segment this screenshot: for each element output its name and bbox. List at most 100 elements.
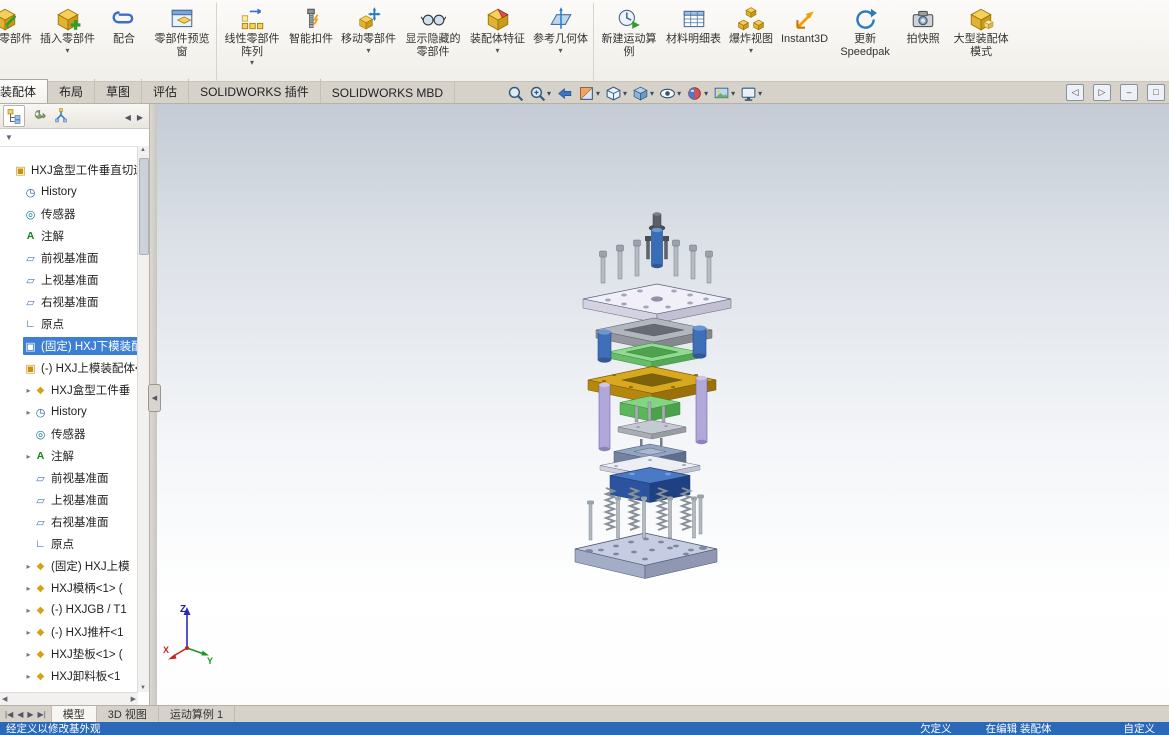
exploded-view-button[interactable]: 爆炸视图▾ [726, 2, 776, 81]
apply-scene-button[interactable]: ▾ [711, 84, 737, 103]
scroll-thumb[interactable] [139, 158, 149, 255]
document-tab[interactable]: 模型 [52, 706, 97, 722]
tree-item[interactable]: 上视基准面 [0, 269, 138, 291]
dropdown-caret-icon[interactable]: ▾ [758, 89, 762, 98]
assembly-features-button[interactable]: 装配体特征▾ [467, 2, 528, 81]
expand-arrow-icon[interactable]: ▸ [24, 650, 33, 659]
motion-study-button[interactable]: 新建运动算例 [593, 2, 661, 81]
instant3d-button[interactable]: Instant3D [778, 2, 831, 81]
expand-arrow-icon[interactable]: ▸ [24, 606, 33, 615]
large-assembly-button[interactable]: 大型装配体模式 [949, 2, 1013, 81]
dropdown-caret-icon[interactable]: ▾ [596, 89, 600, 98]
tree-item[interactable]: 注解 [0, 225, 138, 247]
document-tab[interactable]: 3D 视图 [97, 706, 159, 722]
status-customize-button[interactable]: 自定义 [1124, 722, 1156, 735]
command-tab[interactable]: 草图 [95, 79, 142, 103]
propertymanager-tab[interactable] [28, 106, 48, 126]
configurationmanager-tab[interactable] [51, 106, 71, 126]
linear-pattern-button[interactable]: 线性零部件阵列▾ [216, 2, 284, 81]
tree-horizontal-scrollbar[interactable]: ◀ ▶ [0, 692, 138, 705]
tree-item[interactable]: History [0, 181, 138, 203]
tree-item[interactable]: ▸(-) HXJ推杆<1 [0, 621, 138, 643]
zoom-area-button[interactable]: ▾ [527, 84, 553, 103]
doc-nav-previous-button[interactable]: ◀ [17, 710, 23, 719]
update-speedpak-button[interactable]: 更新 Speedpak [833, 2, 897, 81]
tree-vertical-scrollbar[interactable]: ▲ ▼ [137, 146, 149, 692]
tree-item[interactable]: 右视基准面 [0, 511, 138, 533]
command-tab[interactable]: 评估 [142, 79, 189, 103]
panel-collapse-handle[interactable]: ◀ [148, 384, 161, 412]
insert-component-button[interactable]: 插入零部件▾ [37, 2, 98, 81]
dropdown-caret-icon[interactable]: ▾ [366, 47, 370, 55]
edit-component-button[interactable]: 编辑零部件 [0, 2, 35, 81]
tree-item[interactable]: ▸(-) HXJGB / T1 [0, 599, 138, 621]
scroll-down-icon[interactable]: ▼ [138, 685, 148, 691]
command-tab[interactable]: SOLIDWORKS 插件 [189, 79, 321, 103]
smart-fasteners-button[interactable]: 智能扣件 [286, 2, 336, 81]
tree-item[interactable]: ▸HXJ模柄<1> ( [0, 577, 138, 599]
pane-forward-button[interactable]: ▷ [1093, 84, 1111, 101]
minimize-button[interactable]: – [1120, 84, 1138, 101]
panel-prev-button[interactable]: ◀ [122, 113, 134, 122]
expand-arrow-icon[interactable]: ▸ [24, 408, 33, 417]
hide-show-items-button[interactable]: ▾ [657, 84, 683, 103]
tree-item[interactable]: (-) HXJ上模装配体< [0, 357, 138, 379]
dropdown-caret-icon[interactable]: ▾ [547, 89, 551, 98]
expand-button[interactable]: □ [1147, 84, 1165, 101]
dropdown-caret-icon[interactable]: ▾ [650, 89, 654, 98]
part-shank-cylinder[interactable] [652, 228, 663, 268]
panel-next-button[interactable]: ▶ [134, 113, 146, 122]
zoom-fit-button[interactable] [505, 84, 526, 103]
tree-item[interactable]: ▸History [0, 401, 138, 423]
doc-nav-next-button[interactable]: ▶ [27, 710, 33, 719]
edit-appearance-button[interactable]: ▾ [684, 84, 710, 103]
doc-nav-first-button[interactable]: |◀ [5, 710, 13, 719]
move-component-button[interactable]: 移动零部件▾ [338, 2, 399, 81]
command-tab[interactable]: 布局 [48, 79, 95, 103]
display-style-button[interactable]: ▾ [630, 84, 656, 103]
dropdown-caret-icon[interactable]: ▾ [749, 47, 753, 55]
section-view-button[interactable]: ▾ [576, 84, 602, 103]
tree-item[interactable]: ▸HXJ盒型工件垂 [0, 379, 138, 401]
expand-arrow-icon[interactable]: ▸ [24, 562, 33, 571]
doc-nav-last-button[interactable]: ▶| [38, 710, 46, 719]
dropdown-caret-icon[interactable]: ▾ [677, 89, 681, 98]
document-tab[interactable]: 运动算例 1 [159, 706, 235, 722]
tree-item[interactable]: 前视基准面 [0, 467, 138, 489]
pane-back-button[interactable]: ◁ [1066, 84, 1084, 101]
tree-item[interactable]: ▸HXJ垫板<1> ( [0, 643, 138, 665]
part-stripper-insert[interactable] [608, 343, 700, 368]
command-tab[interactable]: SOLIDWORKS MBD [321, 82, 455, 103]
tree-item[interactable]: ▸HXJ卸料板<1 [0, 665, 138, 687]
tree-item[interactable]: 原点 [0, 313, 138, 335]
part-lower-die-base[interactable] [575, 533, 717, 579]
tree-item[interactable]: 前视基准面 [0, 247, 138, 269]
expand-arrow-icon[interactable]: ▸ [24, 628, 33, 637]
reference-geometry-button[interactable]: 参考几何体▾ [530, 2, 591, 81]
component-preview-button[interactable]: 零部件预览窗 [150, 2, 214, 81]
dropdown-caret-icon[interactable]: ▾ [731, 89, 735, 98]
tree-item[interactable]: 右视基准面 [0, 291, 138, 313]
tree-flyout-caret-icon[interactable]: ▼ [5, 133, 13, 142]
tree-item[interactable]: 上视基准面 [0, 489, 138, 511]
snapshot-button[interactable]: 拍快照 [899, 2, 947, 81]
tree-item[interactable]: HXJ盒型工件垂直切边模 [0, 159, 138, 181]
dropdown-caret-icon[interactable]: ▾ [623, 89, 627, 98]
scroll-up-icon[interactable]: ▲ [138, 147, 148, 153]
tree-flyout-bar[interactable]: ▼ [0, 129, 149, 147]
part-die-block[interactable] [610, 468, 690, 503]
graphics-area[interactable]: Z X Y [157, 104, 1169, 705]
tree-item[interactable]: 原点 [0, 533, 138, 555]
expand-arrow-icon[interactable]: ▸ [24, 672, 33, 681]
dropdown-caret-icon[interactable]: ▾ [495, 47, 499, 55]
scroll-left-icon[interactable]: ◀ [2, 695, 7, 703]
dropdown-caret-icon[interactable]: ▾ [704, 89, 708, 98]
tree-item[interactable]: ▸注解 [0, 445, 138, 467]
dropdown-caret-icon[interactable]: ▾ [65, 47, 69, 55]
dropdown-caret-icon[interactable]: ▾ [250, 59, 254, 67]
previous-view-button[interactable] [554, 84, 575, 103]
tree-item[interactable]: 传感器 [0, 203, 138, 225]
part-upper-die-plate[interactable] [583, 284, 731, 323]
scroll-right-icon[interactable]: ▶ [131, 695, 136, 703]
command-tab[interactable]: 装配体 [0, 79, 48, 103]
